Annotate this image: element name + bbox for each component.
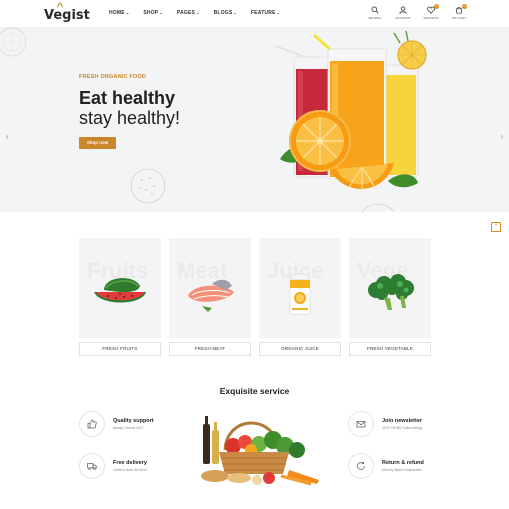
service-free-delivery: Free delivery Orders from All Item: [79, 453, 147, 479]
service-name: Join newsletter: [382, 418, 423, 424]
nav-label: SHOP: [143, 10, 159, 16]
category-card-vegetable[interactable]: Vege FRESH VEGETABLE: [349, 238, 431, 356]
nav-label: FEATURE: [250, 10, 276, 16]
shop-now-button[interactable]: Shop now: [79, 137, 116, 149]
hero-prev-button[interactable]: ‹: [6, 132, 9, 141]
service-title: Exquisite service: [219, 386, 290, 396]
service-text: Join newsletter 20% Off By Subscribing: [382, 418, 422, 430]
wishlist-count-badge: 0: [434, 4, 439, 9]
cart-button[interactable]: 0 MY CART: [451, 4, 467, 20]
sketch-citrus-decoration: [0, 28, 27, 57]
juice-carton-icon: [289, 273, 311, 315]
logo[interactable]: Vegist: [44, 2, 90, 23]
nav-feature[interactable]: FEATURE⌄: [251, 10, 280, 16]
nav-label: HOME: [109, 10, 125, 16]
service-icon-circle: [348, 411, 374, 437]
truck-icon: [87, 463, 97, 471]
wishlist-label: WISHLIST: [423, 16, 439, 20]
service-return-refund: Return & refund Money Back Guarantee: [348, 453, 424, 479]
leaf-icon: [57, 2, 63, 8]
search-button[interactable]: SEARCH: [367, 6, 383, 20]
hero-subtitle: stay healthy!: [79, 108, 181, 128]
service-text: Return & refund Money Back Guarantee: [382, 460, 424, 472]
chevron-up-icon: ⌃: [493, 224, 499, 230]
watermelon-icon: [94, 278, 146, 303]
wishlist-button[interactable]: 0 WISHLIST: [423, 4, 439, 20]
nav-label: PAGES: [176, 10, 196, 16]
thumbs-up-icon: [87, 419, 97, 429]
hero-banner: ‹ › FRESH ORGANIC FOOD Eat healthy stay …: [0, 28, 509, 212]
chevron-down-icon: ⌄: [196, 10, 200, 15]
sketch-orange-decoration: [130, 168, 166, 204]
service-desc: 20% Off By Subscribing: [382, 426, 423, 430]
sketch-slice-decoration: [361, 204, 395, 212]
salmon-icon: [188, 279, 234, 312]
juice-glasses-image: [275, 31, 427, 193]
category-image: Vege: [349, 238, 431, 338]
service-quality-support: Quality support Alway Online 24/7: [79, 411, 154, 437]
service-desc: Alway Online 24/7: [113, 426, 144, 430]
chevron-down-icon: ⌄: [276, 10, 281, 15]
category-section: Fruits FRESH FRUITS Meat FRESH MEAT Juic…: [79, 238, 431, 358]
logo-text: Vegist: [44, 8, 90, 23]
hero-kicker: FRESH ORGANIC FOOD: [79, 74, 147, 80]
account-label: ACCOUNT: [395, 16, 411, 20]
service-icon-circle: [79, 411, 105, 437]
account-button[interactable]: ACCOUNT: [395, 6, 411, 20]
service-desc: Money Back Guarantee: [382, 468, 422, 472]
nav-home[interactable]: HOME⌄: [109, 10, 129, 16]
cart-count-badge: 0: [462, 4, 467, 9]
hero-next-button[interactable]: ›: [500, 132, 503, 141]
category-card-fruits[interactable]: Fruits FRESH FRUITS: [79, 238, 161, 356]
service-text: Quality support Alway Online 24/7: [113, 418, 154, 430]
scroll-to-top-button[interactable]: ⌃: [491, 222, 501, 232]
category-label[interactable]: FRESH MEAT: [169, 342, 251, 356]
category-label[interactable]: FRESH FRUITS: [79, 342, 161, 356]
category-card-meat[interactable]: Meat FRESH MEAT: [169, 238, 251, 356]
nav-pages[interactable]: PAGES⌄: [177, 10, 200, 16]
service-name: Quality support: [113, 418, 154, 424]
refund-icon: [357, 461, 365, 470]
service-text: Free delivery Orders from All Item: [113, 460, 147, 472]
category-label[interactable]: ORGANIC JUICE: [259, 342, 341, 356]
service-join-newsletter: Join newsletter 20% Off By Subscribing: [348, 411, 422, 437]
cart-label: MY CART: [451, 16, 467, 20]
grocery-basket-image: [201, 416, 319, 486]
header-actions: SEARCH ACCOUNT 0 WISHLIST 0 MY CART: [367, 4, 467, 20]
chevron-left-icon: ‹: [6, 132, 9, 141]
search-icon: [371, 6, 379, 14]
service-icon-circle: [79, 453, 105, 479]
account-icon: [399, 6, 407, 14]
main-nav: HOME⌄ SHOP⌄ PAGES⌄ BLOGS⌄ FEATURE⌄: [109, 10, 280, 16]
service-name: Return & refund: [382, 460, 424, 466]
chevron-down-icon: ⌄: [233, 10, 237, 15]
chevron-down-icon: ⌄: [159, 10, 163, 15]
category-image: Fruits: [79, 238, 161, 338]
search-label: SEARCH: [368, 16, 382, 20]
category-image: Meat: [169, 238, 251, 338]
hero-title: Eat healthy: [79, 88, 176, 108]
nav-blogs[interactable]: BLOGS⌄: [214, 10, 237, 16]
service-desc: Orders from All Item: [113, 468, 147, 472]
mail-icon: [356, 421, 366, 428]
chevron-right-icon: ›: [500, 132, 503, 141]
site-header: Vegist HOME⌄ SHOP⌄ PAGES⌄ BLOGS⌄ FEATURE…: [0, 0, 509, 28]
nav-label: BLOGS: [213, 10, 233, 16]
category-card-juice[interactable]: Juice ORGANIC JUICE: [259, 238, 341, 356]
category-label[interactable]: FRESH VEGETABLE: [349, 342, 431, 356]
service-name: Free delivery: [113, 460, 147, 466]
nav-shop[interactable]: SHOP⌄: [143, 10, 163, 16]
chevron-down-icon: ⌄: [125, 10, 130, 15]
category-image: Juice: [259, 238, 341, 338]
broccoli-icon: [368, 274, 414, 310]
service-icon-circle: [348, 453, 374, 479]
